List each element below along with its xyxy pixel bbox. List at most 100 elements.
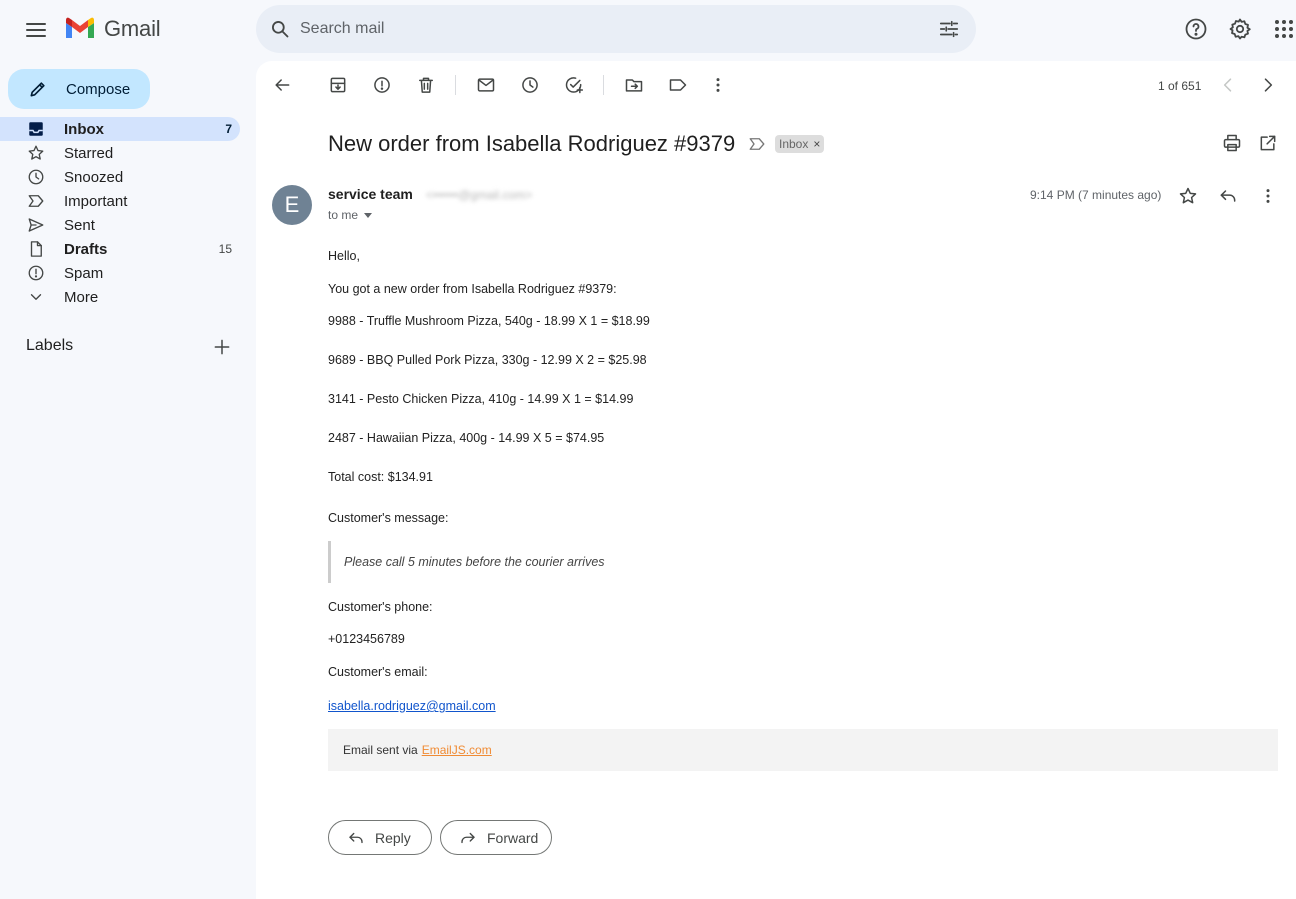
open-in-new-window-icon[interactable]: [1258, 133, 1278, 153]
emailjs-link[interactable]: EmailJS.com: [422, 743, 492, 757]
help-icon[interactable]: [1184, 17, 1208, 41]
customer-email-link: isabella.rodriguez@gmail.com: [328, 699, 496, 713]
main-menu-icon[interactable]: [24, 18, 48, 42]
compose-button[interactable]: Compose: [8, 69, 150, 109]
email-label: Customer's email:: [328, 665, 428, 679]
email-subject: New order from Isabella Rodriguez #9379: [328, 131, 736, 156]
forward-button[interactable]: Forward: [440, 820, 552, 855]
labels-heading: Labels: [26, 337, 74, 354]
remove-label-button[interactable]: ×: [813, 137, 820, 151]
google-apps-icon[interactable]: [1272, 17, 1296, 41]
archive-icon[interactable]: [328, 75, 348, 95]
order-item: 2487 - Hawaiian Pizza, 400g - 14.99 X 5 …: [328, 431, 605, 445]
forward-label: Forward: [487, 829, 539, 846]
compose-label: Compose: [66, 80, 131, 98]
unread-count: 7: [225, 122, 232, 136]
toolbar-divider: [603, 75, 604, 95]
sidebar-item-label: Important: [64, 192, 128, 210]
order-item: 3141 - Pesto Chicken Pizza, 410g - 14.99…: [328, 392, 634, 406]
order-item: 9689 - BBQ Pulled Pork Pizza, 330g - 12.…: [328, 353, 647, 367]
print-icon[interactable]: [1222, 133, 1242, 153]
draft-icon: [30, 241, 42, 257]
sender-name: service team: [328, 186, 413, 202]
report-spam-icon[interactable]: [372, 75, 392, 95]
inbox-label-chip: Inbox ×: [775, 135, 825, 153]
clock-icon: [28, 169, 44, 185]
move-to-folder-icon[interactable]: [624, 75, 644, 95]
add-label-icon[interactable]: [212, 337, 232, 357]
pagination-text: 1 of 651: [1158, 79, 1202, 93]
reply-button[interactable]: Reply: [328, 820, 432, 855]
sidebar-item-label: Snoozed: [64, 168, 124, 186]
back-arrow-icon[interactable]: [272, 75, 292, 95]
star-icon[interactable]: [1178, 186, 1198, 206]
phone-label: Customer's phone:: [328, 600, 433, 614]
star-icon: [28, 145, 44, 160]
caret-down-icon: [364, 212, 373, 218]
inbox-icon: [29, 122, 43, 136]
send-icon: [28, 218, 44, 232]
draft-count: 15: [218, 242, 232, 256]
sidebar-item-label: Inbox: [64, 120, 104, 138]
intro-text: You got a new order from Isabella Rodrig…: [328, 282, 617, 296]
mark-unread-icon[interactable]: [476, 75, 496, 95]
snooze-icon[interactable]: [520, 75, 540, 95]
sidebar-item-sent[interactable]: Sent: [0, 213, 240, 237]
app-name: Gmail: [104, 16, 161, 41]
message-label: Customer's message:: [328, 511, 449, 525]
customer-phone: +0123456789: [328, 632, 405, 646]
sender-email: <••••••@gmail.com>: [426, 188, 533, 202]
gmail-logo[interactable]: Gmail: [64, 14, 161, 44]
sidebar-item-starred[interactable]: Starred: [0, 141, 240, 165]
sidebar-item-label: Spam: [64, 264, 104, 282]
greeting-text: Hello,: [328, 249, 360, 263]
search-input[interactable]: [300, 5, 900, 53]
recipient-details-toggle[interactable]: to me: [328, 208, 373, 222]
newer-chevron-left-icon[interactable]: [1218, 75, 1238, 95]
sender-avatar[interactable]: E: [272, 185, 312, 225]
sidebar-item-label: Sent: [64, 216, 95, 234]
reply-label: Reply: [375, 829, 411, 846]
reply-icon: [349, 832, 363, 843]
customer-email[interactable]: isabella.rodriguez@gmail.com: [328, 699, 496, 713]
sidebar-item-spam[interactable]: Spam: [0, 261, 240, 285]
search-bar[interactable]: [256, 5, 976, 53]
recipient-label: to me: [328, 208, 359, 222]
delete-icon[interactable]: [416, 75, 436, 95]
older-chevron-right-icon[interactable]: [1258, 75, 1278, 95]
gmail-m-icon: [66, 17, 94, 38]
customer-message-quote: Please call 5 minutes before the courier…: [328, 541, 605, 583]
search-options-icon[interactable]: [938, 18, 960, 40]
settings-gear-icon[interactable]: [1228, 17, 1252, 41]
search-icon[interactable]: [270, 19, 290, 39]
message-timestamp: 9:14 PM (7 minutes ago): [1030, 188, 1162, 202]
total-cost: Total cost: $134.91: [328, 470, 433, 484]
label-important-icon: [28, 195, 44, 207]
email-footer: Email sent via EmailJS.com: [328, 729, 1278, 771]
pencil-icon: [30, 82, 45, 97]
chip-label: Inbox: [779, 137, 809, 151]
toolbar-divider: [455, 75, 456, 95]
customer-message: Please call 5 minutes before the courier…: [344, 555, 605, 569]
sidebar-item-label: Drafts: [64, 240, 108, 258]
order-item: 9988 - Truffle Mushroom Pizza, 540g - 18…: [328, 314, 650, 328]
more-vertical-icon[interactable]: [1258, 186, 1278, 206]
more-options-icon[interactable]: [708, 75, 728, 95]
message-view: 1 of 651 New order from Isabella Rodrigu…: [256, 61, 1296, 899]
sidebar-item-snoozed[interactable]: Snoozed: [0, 165, 240, 189]
add-task-icon[interactable]: [564, 75, 584, 95]
sidebar-item-more[interactable]: More: [0, 285, 240, 309]
chevron-down-icon: [30, 294, 42, 300]
sidebar-item-label: More: [64, 288, 99, 306]
label-icon[interactable]: [668, 75, 688, 95]
importance-marker-icon[interactable]: [748, 135, 766, 153]
sidebar-item-important[interactable]: Important: [0, 189, 240, 213]
report-icon: [28, 265, 44, 281]
sidebar-nav: Inbox 7 Starred Snoozed Important Sent D…: [0, 117, 240, 309]
sidebar-item-inbox[interactable]: Inbox 7: [0, 117, 240, 141]
sidebar-item-drafts[interactable]: Drafts 15: [0, 237, 240, 261]
reply-icon[interactable]: [1218, 186, 1238, 206]
sidebar-item-label: Starred: [64, 144, 114, 162]
footer-text: Email sent via: [343, 743, 418, 757]
forward-icon: [461, 832, 475, 843]
